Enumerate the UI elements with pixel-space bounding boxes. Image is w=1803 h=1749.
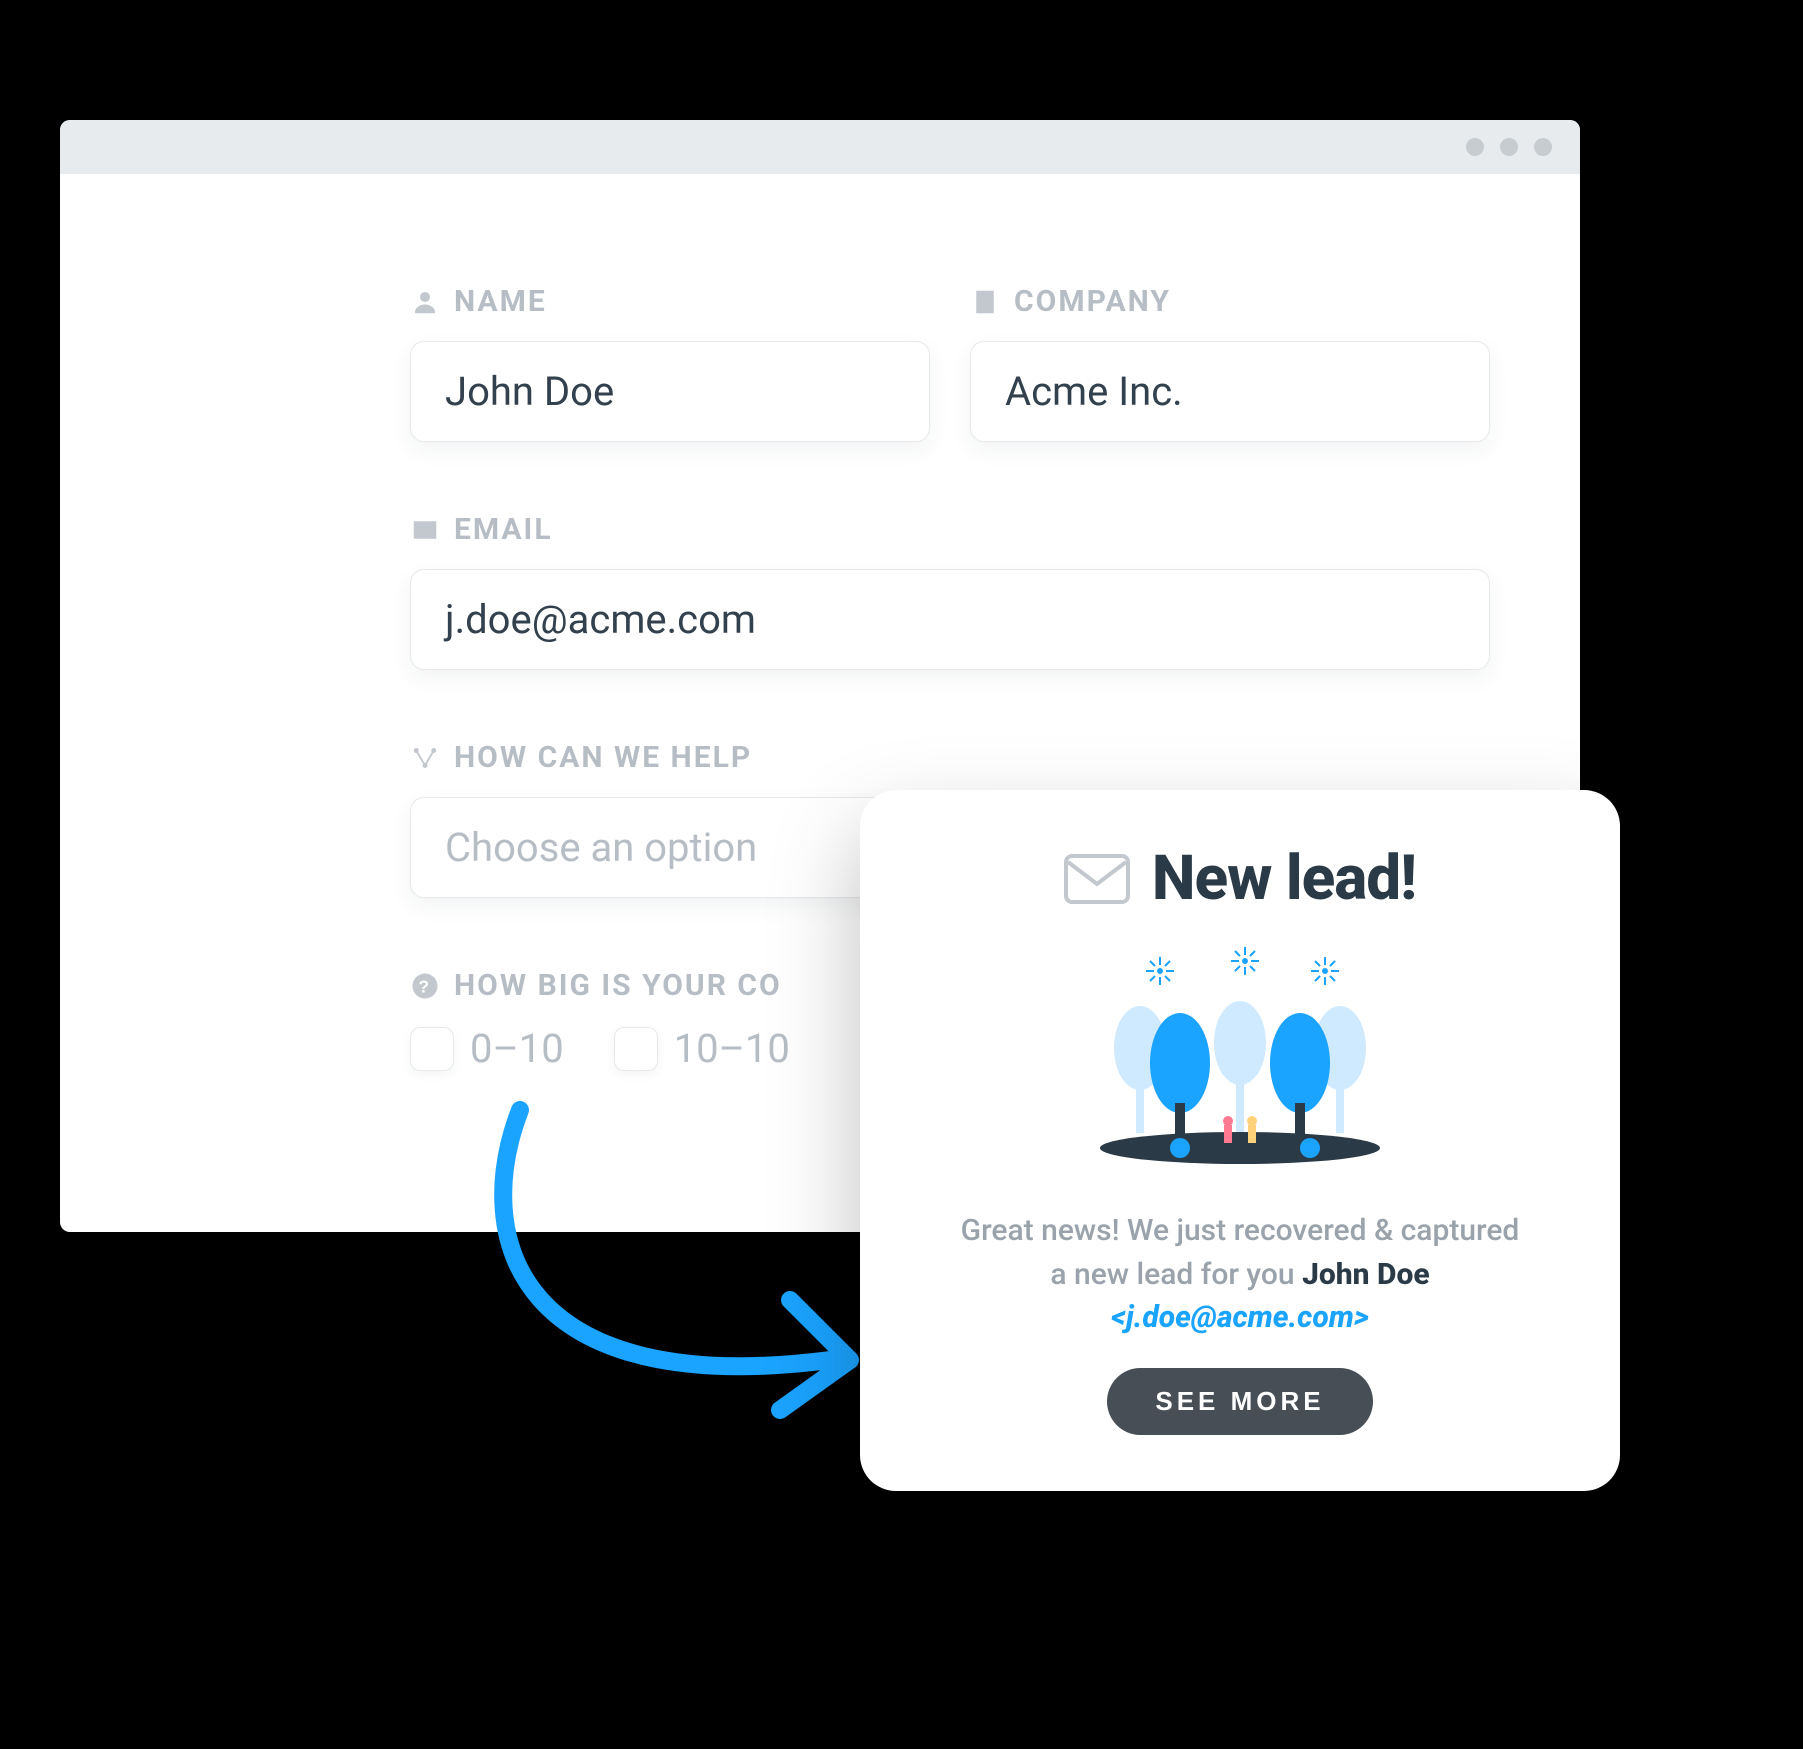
envelope-outline-icon xyxy=(1064,854,1130,904)
company-field-group: COMPANY Acme Inc. xyxy=(970,284,1490,442)
radio-box-icon xyxy=(410,1027,454,1071)
notification-body: Great news! We just recovered & captured… xyxy=(960,1209,1520,1340)
notification-lead-name: John Doe xyxy=(1302,1257,1430,1292)
celebration-illustration xyxy=(1070,943,1410,1173)
company-label-text: COMPANY xyxy=(1014,284,1171,319)
notification-body-prefix: Great news! We just recovered & captured… xyxy=(961,1213,1520,1292)
email-label: EMAIL xyxy=(410,512,1490,547)
company-input[interactable]: Acme Inc. xyxy=(970,341,1490,442)
size-label-text: HOW BIG IS YOUR CO xyxy=(454,968,782,1003)
person-icon xyxy=(410,287,440,317)
network-icon xyxy=(410,743,440,773)
notification-lead-email: <j.doe@acme.com> xyxy=(1111,1300,1369,1335)
name-field-group: NAME John Doe xyxy=(410,284,930,442)
email-field-group: EMAIL j.doe@acme.com xyxy=(410,512,1490,670)
svg-text:?: ? xyxy=(418,976,431,996)
envelope-icon xyxy=(410,515,440,545)
size-option-1[interactable]: 0–10 xyxy=(410,1025,564,1072)
notification-title: New lead! xyxy=(1152,842,1416,915)
company-label: COMPANY xyxy=(970,284,1490,319)
name-input[interactable]: John Doe xyxy=(410,341,930,442)
size-option-2-label: 10–10 xyxy=(674,1025,790,1072)
email-label-text: EMAIL xyxy=(454,512,553,547)
see-more-button[interactable]: SEE MORE xyxy=(1107,1368,1372,1435)
email-input[interactable]: j.doe@acme.com xyxy=(410,569,1490,670)
radio-box-icon xyxy=(614,1027,658,1071)
size-option-2[interactable]: 10–10 xyxy=(614,1025,790,1072)
size-option-1-label: 0–10 xyxy=(470,1025,564,1072)
name-label-text: NAME xyxy=(454,284,547,319)
help-label-text: HOW CAN WE HELP xyxy=(454,740,752,775)
window-control-dot[interactable] xyxy=(1466,138,1484,156)
window-control-dot[interactable] xyxy=(1500,138,1518,156)
help-label: HOW CAN WE HELP xyxy=(410,740,1490,775)
question-circle-icon: ? xyxy=(410,971,440,1001)
window-control-dot[interactable] xyxy=(1534,138,1552,156)
window-titlebar xyxy=(60,120,1580,174)
building-icon xyxy=(970,287,1000,317)
name-label: NAME xyxy=(410,284,930,319)
lead-notification-card: New lead! xyxy=(860,790,1620,1491)
